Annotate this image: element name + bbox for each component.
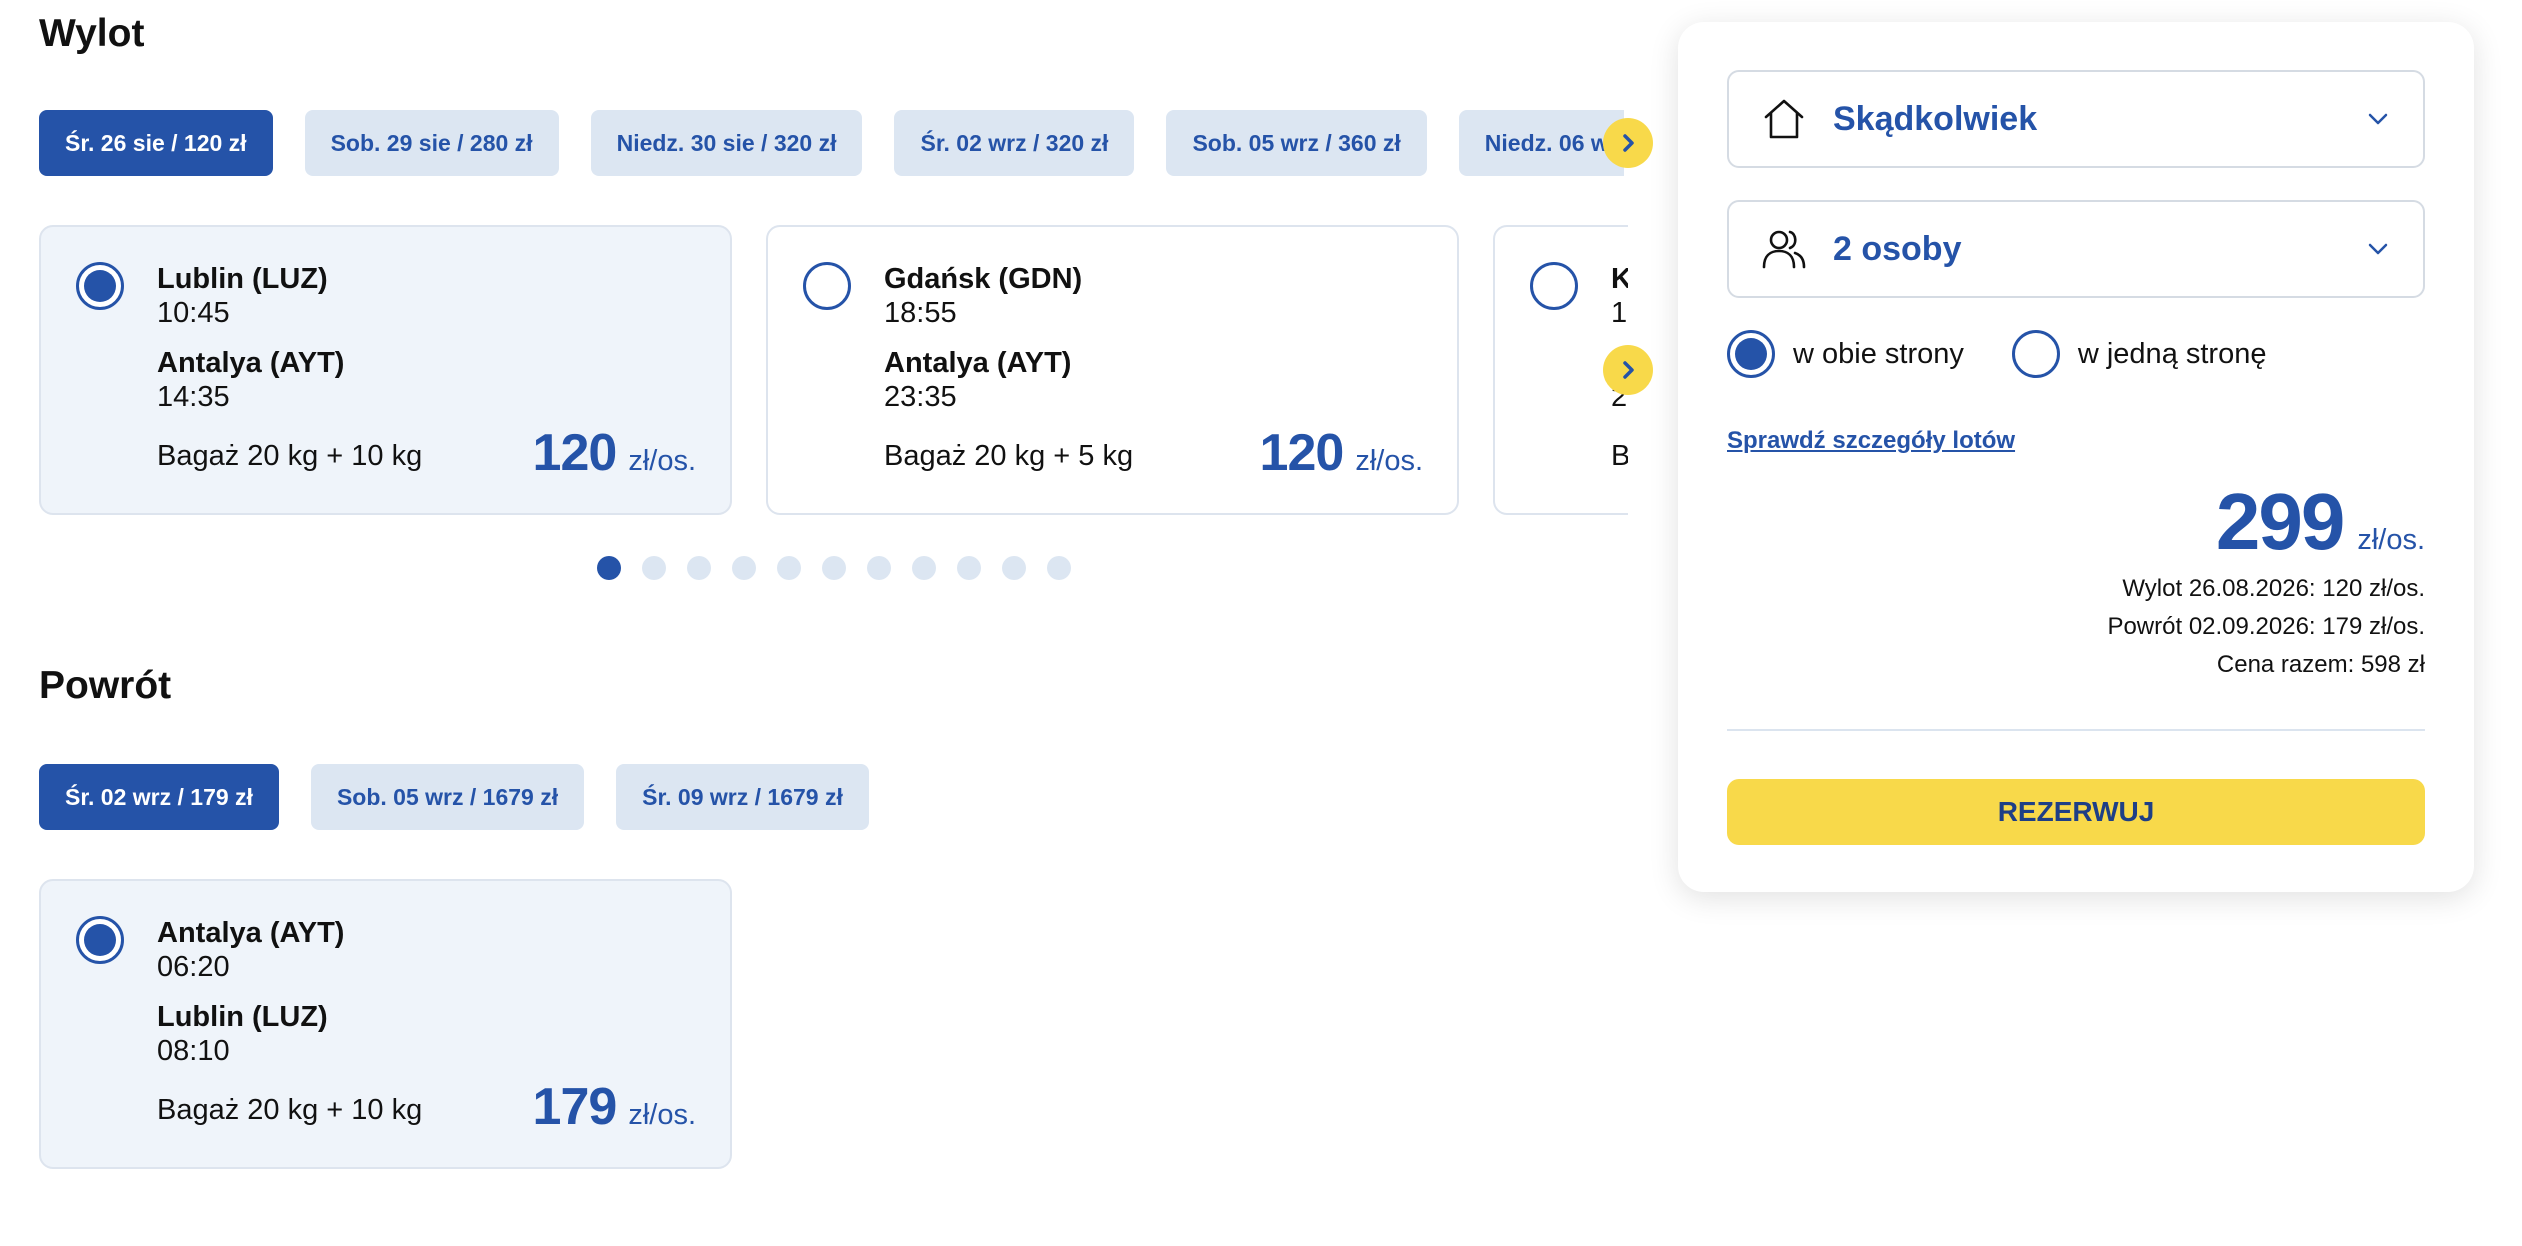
- home-icon: [1764, 99, 1804, 139]
- return-date-tab[interactable]: Sob. 05 wrz / 1679 zł: [310, 764, 585, 830]
- departure-tabs-next-button[interactable]: [1603, 118, 1653, 168]
- flight-details-link[interactable]: Sprawdź szczegóły lotów: [1727, 427, 2015, 455]
- return-date-tab[interactable]: Śr. 09 wrz / 1679 zł: [616, 764, 869, 830]
- flight-radio[interactable]: [76, 916, 124, 964]
- travelers-select-label: 2 osoby: [1833, 229, 1962, 268]
- flight-price: 179 zł/os.: [533, 1077, 696, 1137]
- trip-type-oneway-label: w jedną stronę: [2077, 337, 2267, 370]
- flight-origin: K: [1611, 263, 1628, 295]
- departure-flights-carousel: Lublin (LUZ) 10:45 Antalya (AYT) 14:35 B…: [39, 225, 1628, 515]
- departure-date-tab[interactable]: Niedz. 06 wrz / 360 zł: [1458, 110, 1624, 176]
- pagination-dot[interactable]: [867, 556, 891, 580]
- chevron-right-icon: [1623, 134, 1634, 152]
- pagination-dot[interactable]: [1047, 556, 1071, 580]
- flight-price-value: 120: [1259, 424, 1345, 482]
- trip-type-round-label: w obie strony: [1793, 337, 1964, 370]
- flight-price: 120 zł/os.: [533, 423, 696, 483]
- trip-type-round[interactable]: w obie strony: [1727, 330, 1964, 378]
- pagination-dot[interactable]: [957, 556, 981, 580]
- book-button[interactable]: REZERWUJ: [1727, 779, 2425, 845]
- travelers-select[interactable]: 2 osoby: [1727, 200, 2425, 298]
- return-flights-list: Antalya (AYT) 06:20 Lublin (LUZ) 08:10 B…: [39, 879, 739, 1169]
- flight-origin: Antalya (AYT): [157, 917, 345, 949]
- flight-radio[interactable]: [803, 262, 851, 310]
- departure-date-tab[interactable]: Sob. 29 sie / 280 zł: [304, 110, 559, 176]
- origin-select-label: Skądkolwiek: [1833, 99, 2038, 138]
- departure-flight-card[interactable]: Lublin (LUZ) 10:45 Antalya (AYT) 14:35 B…: [39, 225, 732, 515]
- flight-radio[interactable]: [76, 262, 124, 310]
- departure-price-line: Wylot 26.08.2026: 120 zł/os.: [2122, 575, 2425, 602]
- return-price-line: Powrót 02.09.2026: 179 zł/os.: [2107, 613, 2425, 640]
- departure-flight-card[interactable]: Gdańsk (GDN) 18:55 Antalya (AYT) 23:35 B…: [766, 225, 1459, 515]
- departure-date-tab[interactable]: Niedz. 30 sie / 320 zł: [590, 110, 863, 176]
- pagination-dot[interactable]: [732, 556, 756, 580]
- trip-type-round-radio[interactable]: [1727, 330, 1775, 378]
- pagination-dot[interactable]: [912, 556, 936, 580]
- return-date-tab[interactable]: Śr. 02 wrz / 179 zł: [39, 764, 279, 830]
- departure-flights-next-button[interactable]: [1603, 345, 1653, 395]
- users-icon: [1762, 230, 1806, 269]
- flight-destination: Lublin (LUZ): [157, 1001, 328, 1033]
- flight-price: 120 zł/os.: [1260, 423, 1423, 483]
- divider: [1727, 729, 2425, 731]
- flight-baggage: Bagaż 20 kg + 5 kg: [884, 440, 1134, 472]
- flight-origin: Lublin (LUZ): [157, 263, 328, 295]
- pagination-dot[interactable]: [822, 556, 846, 580]
- departure-date-tab[interactable]: Śr. 26 sie / 120 zł: [39, 110, 273, 176]
- total-sum-line: Cena razem: 598 zł: [2216, 651, 2425, 678]
- departure-date-tabs: Śr. 26 sie / 120 zł Sob. 29 sie / 280 zł…: [39, 110, 1624, 176]
- total-price-value: 299: [2215, 477, 2345, 566]
- return-flight-card[interactable]: Antalya (AYT) 06:20 Lublin (LUZ) 08:10 B…: [39, 879, 732, 1169]
- pagination-dot[interactable]: [597, 556, 621, 580]
- flight-price-value: 179: [532, 1078, 618, 1136]
- booking-summary-panel: Skądkolwiek 2 osoby w obie strony w jedn…: [1678, 22, 2474, 892]
- pagination-dot[interactable]: [687, 556, 711, 580]
- flight-arrival-time: 14:35: [157, 381, 230, 413]
- flight-radio[interactable]: [1530, 262, 1578, 310]
- chevron-down-icon: [2365, 236, 2391, 262]
- trip-type-selector: w obie strony w jedną stronę: [1727, 330, 2314, 378]
- trip-type-oneway[interactable]: w jedną stronę: [2011, 330, 2267, 378]
- total-price-summary: 299 zł/os. Wylot 26.08.2026: 120 zł/os. …: [2107, 482, 2425, 684]
- total-price-unit: zł/os.: [2357, 524, 2425, 556]
- departure-date-tab[interactable]: Śr. 02 wrz / 320 zł: [894, 110, 1135, 176]
- chevron-right-icon: [1623, 361, 1634, 379]
- pagination-dot[interactable]: [642, 556, 666, 580]
- flight-origin: Gdańsk (GDN): [884, 263, 1083, 295]
- flight-baggage: Bagaż 20 kg + 10 kg: [157, 440, 423, 472]
- flight-destination: Antalya (AYT): [157, 347, 345, 379]
- return-date-tabs: Śr. 02 wrz / 179 zł Sob. 05 wrz / 1679 z…: [39, 764, 1039, 830]
- flight-destination: Antalya (AYT): [884, 347, 1072, 379]
- departure-title: Wylot: [39, 12, 145, 55]
- chevron-down-icon: [2365, 106, 2391, 132]
- departure-date-tab[interactable]: Sob. 05 wrz / 360 zł: [1166, 110, 1427, 176]
- origin-select[interactable]: Skądkolwiek: [1727, 70, 2425, 168]
- flight-arrival-time: 08:10: [157, 1035, 230, 1067]
- flight-departure-time: 1: [1611, 297, 1628, 329]
- flight-departure-time: 06:20: [157, 951, 230, 983]
- return-title: Powrót: [39, 664, 172, 707]
- flight-baggage: B: [1611, 440, 1628, 472]
- pagination-dot[interactable]: [777, 556, 801, 580]
- flight-departure-time: 18:55: [884, 297, 957, 329]
- flight-departure-time: 10:45: [157, 297, 230, 329]
- departure-carousel-pagination: [597, 556, 1071, 580]
- flight-price-unit: zł/os.: [1355, 445, 1423, 477]
- flight-price-unit: zł/os.: [628, 1099, 696, 1131]
- pagination-dot[interactable]: [1002, 556, 1026, 580]
- flight-baggage: Bagaż 20 kg + 10 kg: [157, 1094, 423, 1126]
- flight-arrival-time: 23:35: [884, 381, 957, 413]
- flight-price-unit: zł/os.: [628, 445, 696, 477]
- flight-price-value: 120: [532, 424, 618, 482]
- trip-type-oneway-radio[interactable]: [2011, 330, 2060, 378]
